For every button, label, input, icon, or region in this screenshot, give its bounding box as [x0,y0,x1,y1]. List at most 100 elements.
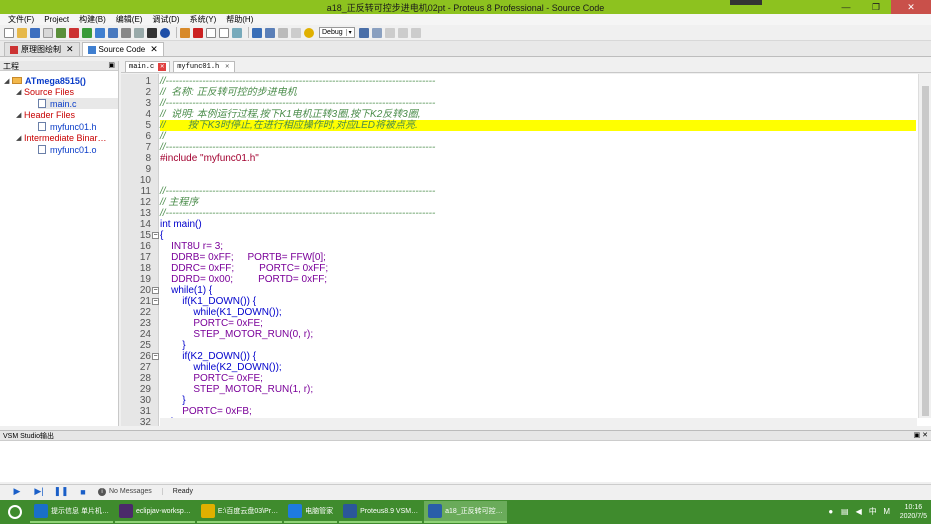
save-icon[interactable] [30,27,40,38]
code-line[interactable]: //--------------------------------------… [160,186,435,197]
add-file-icon[interactable] [219,27,229,38]
undo-icon[interactable] [358,27,369,38]
code-line[interactable]: STEP_MOTOR_RUN(0, r); [160,329,313,340]
code-line[interactable]: { [160,230,163,241]
copy-icon[interactable] [397,27,408,38]
code-line[interactable]: #include "myfunc01.h" [160,153,259,164]
close-icon[interactable]: ✕ [158,63,167,71]
code-line[interactable]: // [160,131,166,142]
maximize-button[interactable]: ❐ [861,0,891,14]
tree-file-myfunc-o[interactable]: myfunc01.o [38,144,97,155]
close-icon[interactable]: ✕ [150,44,158,55]
taskbar-item[interactable]: Proteus8.9 VSM… [339,501,423,523]
remove-file-icon[interactable] [232,27,242,38]
debug-settings-icon[interactable] [252,27,262,38]
tray-m[interactable]: M [882,507,892,517]
code-line[interactable]: // 主程序 [160,197,198,208]
editor-tab-myfunc-h[interactable]: myfunc01.h ✕ [173,61,236,72]
build-config-select[interactable]: Debug ▾ [319,27,355,38]
play-icon[interactable]: ▶ [10,486,24,497]
taskbar-item[interactable]: a18_正反转可控… [424,501,507,523]
source-code-icon[interactable] [147,27,157,38]
minimize-button[interactable]: — [831,0,861,14]
code-line[interactable]: // 名称: 正反转可控的步进电机 [160,87,297,98]
fold-toggle-icon[interactable]: − [152,232,159,239]
code-line[interactable]: //--------------------------------------… [160,76,435,87]
code-editor[interactable]: 1 2 3 4 5 6 7 8 9 10 11 12 13 14 15−16 17 18 19 20−21−22 23… [121,74,931,426]
close-icon[interactable]: ✕ [223,63,231,71]
code-line[interactable]: } [160,340,185,351]
tree-file-main-c[interactable]: main.c [38,98,118,109]
code-line[interactable]: int main() [160,219,202,230]
fold-toggle-icon[interactable]: − [152,353,159,360]
code-line[interactable]: if(K1_DOWN()) { [160,296,256,307]
menu-project[interactable]: Project [39,15,74,24]
paste-icon[interactable] [410,27,421,38]
tab-schematic[interactable]: 原理图绘制 ✕ [4,42,80,56]
redo-icon[interactable] [371,27,382,38]
expand-arrow-icon[interactable]: ◢ [16,88,24,96]
tray-ime[interactable]: 中 [868,507,878,517]
view-3d-icon[interactable] [95,27,105,38]
menu-edit[interactable]: 编辑(E) [111,14,148,25]
schematic-icon[interactable] [69,27,79,38]
vertical-scrollbar[interactable] [918,74,931,418]
code-line[interactable]: DDRD= 0x00; PORTD= 0xFF; [160,274,327,285]
open-folder-icon[interactable] [17,27,27,38]
close-button[interactable]: ✕ [891,0,931,14]
code-line[interactable]: PORTC= 0xFB; [160,406,252,417]
gerber-icon[interactable] [108,27,118,38]
code-line[interactable]: // 说明: 本例运行过程,按下K1电机正转3圈,按下K2反转3圈, [160,109,421,120]
tab-source-code[interactable]: Source Code ✕ [81,42,164,56]
rebuild-icon[interactable] [278,27,288,38]
code-line[interactable]: while(K1_DOWN()); [160,307,281,318]
fold-toggle-icon[interactable]: − [152,298,159,305]
home-icon[interactable] [56,27,66,38]
stop-icon[interactable]: ■ [76,486,90,497]
pcb-layout-icon[interactable] [82,27,92,38]
message-count[interactable]: No Messages [109,488,163,495]
scrollbar-thumb[interactable] [922,86,929,416]
tree-intermediate[interactable]: ◢ Intermediate Binar… [16,132,107,143]
tree-file-myfunc-h[interactable]: myfunc01.h [38,121,97,132]
close-project-icon[interactable] [43,27,53,38]
config-gear-icon[interactable] [304,27,314,38]
code-line[interactable]: INT8U r= 3; [160,241,223,252]
bom-icon[interactable] [121,27,131,38]
expand-arrow-icon[interactable]: ◢ [4,77,12,85]
taskbar-item[interactable]: E:\百度云盘03\Pr… [196,501,283,523]
pane-controls[interactable]: ▣ ✕ [914,431,928,439]
code-line[interactable]: PORTC= 0xFE; [160,373,263,384]
build-icon[interactable] [180,27,190,38]
code-line[interactable]: // 按下K3时停止,在进行相应操作时,对应LED将被点亮. [160,120,916,131]
code-line[interactable]: DDRB= 0xFF; PORTB= FFW[0]; [160,252,326,263]
pause-icon[interactable]: ❚❚ [53,486,68,497]
expand-arrow-icon[interactable]: ◢ [16,111,24,119]
horizontal-scrollbar[interactable] [160,418,917,426]
fold-toggle-icon[interactable]: − [152,287,159,294]
new-source-icon[interactable] [206,27,216,38]
menu-help[interactable]: 帮助(H) [221,14,258,25]
design-explorer-icon[interactable] [134,27,144,38]
step-icon[interactable]: ▶| [32,486,46,497]
menu-build[interactable]: 构建(B) [74,14,111,25]
cut-icon[interactable] [384,27,395,38]
code-line[interactable]: } [160,395,185,406]
tray-volume-icon[interactable]: ◀ [854,507,864,517]
menu-system[interactable]: 系统(Y) [185,14,222,25]
clock[interactable]: 10:16 2020/7/5 [900,503,927,521]
code-line[interactable]: //--------------------------------------… [160,142,435,153]
tree-root[interactable]: ◢ ATmega8515() [4,75,86,86]
code-line[interactable]: while(1) { [160,285,212,296]
code-line[interactable]: //--------------------------------------… [160,98,435,109]
tray-shield-icon[interactable]: ● [826,507,836,517]
taskbar-item[interactable]: 提示信息 单片机… [30,501,113,523]
code-line[interactable]: DDRC= 0xFF; PORTC= 0xFF; [160,263,328,274]
help-icon[interactable] [160,27,170,38]
taskbar-item[interactable]: 电脑管家 [284,501,338,523]
new-file-icon[interactable] [4,27,14,38]
code-line[interactable]: //--------------------------------------… [160,208,435,219]
code-line[interactable]: PORTC= 0xFE; [160,318,263,329]
compile-icon[interactable] [265,27,275,38]
code-line[interactable]: while(K2_DOWN()); [160,362,281,373]
